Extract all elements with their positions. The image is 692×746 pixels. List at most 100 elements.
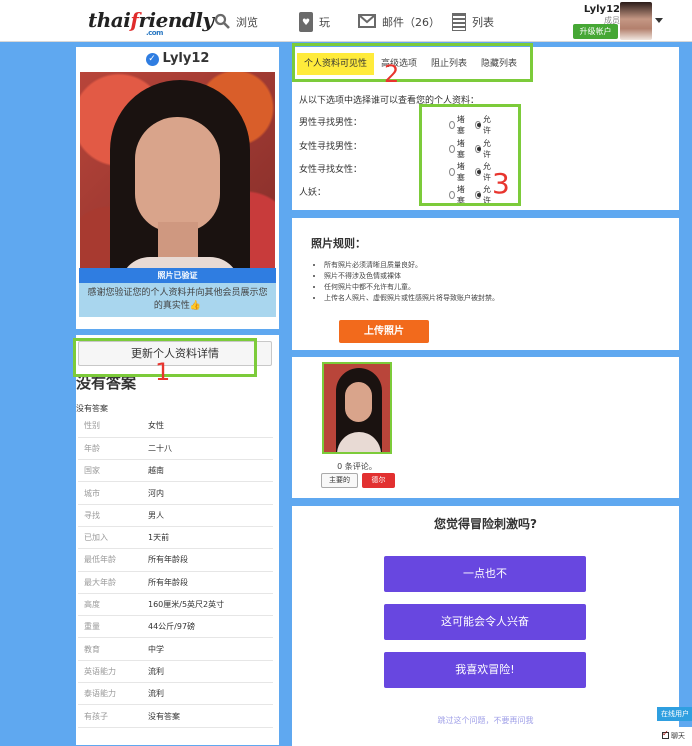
skip-question-link[interactable]: 跳过这个问题，不要再问我 [292,715,679,726]
avatar[interactable] [620,2,652,40]
detail-value: 男人 [148,510,164,520]
annotation-number-3: 3 [492,167,510,200]
table-row: 年龄 二十八 [78,437,273,460]
nav-mail[interactable]: 邮件（26） [358,12,440,32]
detail-key: 最低年龄 [84,555,116,565]
table-row: 性别 女性 [78,415,273,438]
table-row: 泰语能力 流利 [78,683,273,705]
answer-button-love-adventure[interactable]: 我喜欢冒险! [384,652,586,688]
table-row: 最低年龄 所有年龄段 [78,549,273,572]
mail-icon [358,13,376,31]
profile-details-card: 更新个人资料详情 没有答案 没有答案 性别 女性 年龄 二十八 国家 越南 城市 河内 寻找 男人… [76,335,279,745]
detail-key: 最大年龄 [84,577,116,587]
privacy-row: 女性寻找男性： 堵塞 允许 [299,139,491,159]
profile-details-table: 性别 女性 年龄 二十八 国家 越南 城市 河内 寻找 男人 已加入 1天前 最低年龄 所有年龄段 最大年龄… [78,415,273,728]
table-row: 教育 中学 [78,638,273,661]
detail-value: 中学 [148,644,164,654]
detail-value: 所有年龄段 [148,555,188,565]
list-item: 所有照片必须清晰且质量良好。 [324,260,499,271]
profile-header: ✓ Lyly12 [76,51,279,66]
list-icon [452,13,466,31]
site-logo[interactable]: thaifriendly .com [88,8,214,37]
question-title: 您觉得冒险刺激吗? [434,517,537,531]
answer-button-could-be-exciting[interactable]: 这可能会令人兴奋 [384,604,586,640]
detail-value: 流利 [148,666,164,676]
detail-key: 性别 [84,421,100,431]
detail-value: 流利 [148,689,164,699]
nav-play[interactable]: 玩 [299,12,330,32]
detail-value: 越南 [148,466,164,476]
current-user-name: Lyly12 [583,4,620,15]
privacy-row: 女性寻找女性： 堵塞 允许 [299,162,491,182]
detail-key: 英语能力 [84,666,116,676]
detail-key: 已加入 [84,533,108,543]
chat-toggle[interactable]: 聊天 [657,727,692,746]
photo-comment-count: 0 条评论。 [337,462,377,471]
annotation-number-2: 2 [384,60,400,88]
detail-value: 所有年龄段 [148,577,188,587]
answer-button-not-at-all[interactable]: 一点也不 [384,556,586,592]
set-main-photo-button[interactable]: 主要的 [321,473,358,488]
detail-value: 二十八 [148,443,172,453]
nav-list[interactable]: 列表 [452,12,494,32]
verified-note: 感谢您验证您的个人资料并向其他会员展示您的真实性👍 [79,283,276,317]
nav-browse[interactable]: 浏览 [214,12,258,32]
list-item: 上传名人照片、虚假照片或性感照片将导致账户被封禁。 [324,293,499,304]
current-user: Lyly12 成员 [584,4,620,26]
photo-rules-card: 照片规则： 所有照片必须清晰且质量良好。 照片不得涉及色情或裸体 任何照片中都不… [292,218,679,350]
table-row: 英语能力 流利 [78,660,273,683]
annotation-number-1: 1 [155,358,171,386]
profile-name: Lyly12 [162,51,210,66]
detail-key: 有孩子 [84,711,108,721]
photo-gallery-card: 0 条评论。 主要的 德尔 [292,357,679,498]
detail-key: 年龄 [84,443,100,453]
detail-value: 河内 [148,488,164,498]
detail-key: 城市 [84,488,100,498]
detail-key: 高度 [84,600,100,610]
table-row: 寻找 男人 [78,504,273,527]
detail-key: 泰语能力 [84,689,116,699]
question-card: 您觉得冒险刺激吗? 一点也不 这可能会令人兴奋 我喜欢冒险! 跳过这个问题，不要… [292,506,679,746]
detail-key: 重量 [84,622,100,632]
photo-verified-badge: 照片已验证 [79,268,276,283]
verified-check-icon: ✓ [145,53,159,66]
checkbox-icon[interactable] [662,729,669,739]
upgrade-account-button[interactable]: 升级帐户 [573,24,618,39]
detail-value: 1天前 [148,533,170,543]
online-users-tab[interactable]: 在线用户 [657,707,692,721]
privacy-row-label: 男性寻找男性： [299,118,363,128]
table-row: 重量 44公斤/97磅 [78,616,273,638]
play-heart-icon [299,12,313,32]
photo-rules-title: 照片规则： [311,237,366,250]
table-row: 国家 越南 [78,460,273,482]
delete-photo-button[interactable]: 德尔 [362,473,395,488]
chevron-down-icon[interactable] [655,18,663,23]
table-row: 已加入 1天前 [78,526,273,549]
privacy-row-label: 女性寻找男性： [299,142,363,152]
nav-list-label: 列表 [472,16,494,29]
detail-value: 女性 [148,421,164,431]
photo-rules-list: 所有照片必须清晰且质量良好。 照片不得涉及色情或裸体 任何照片中都不允许有儿童。… [324,260,499,304]
chat-label: 聊天 [671,732,685,740]
privacy-row: 男性寻找男性： 堵塞 允许 [299,115,491,135]
table-row: 最大年龄 所有年龄段 [78,571,273,594]
photo-thumbnail[interactable] [322,362,392,454]
table-row: 高度 160厘米/5英尺2英寸 [78,593,273,616]
nav-mail-label: 邮件（26） [382,16,440,29]
nav-play-label: 玩 [319,16,330,29]
detail-key: 教育 [84,644,100,654]
detail-value: 没有答案 [148,711,180,721]
search-icon [214,13,230,32]
privacy-row-label: 女性寻找女性： [299,165,363,175]
table-row: 城市 河内 [78,482,273,505]
detail-key: 国家 [84,466,100,476]
table-row: 有孩子 没有答案 [78,705,273,728]
top-navigation-bar: thaifriendly .com 浏览 玩 邮件（26） 列表 Lyly12 … [0,0,692,42]
upload-photo-button[interactable]: 上传照片 [339,320,429,343]
detail-value: 44公斤/97磅 [148,622,196,632]
annotation-box-2 [292,43,533,82]
nav-browse-label: 浏览 [236,16,258,29]
profile-card: ✓ Lyly12 照片已验证 感谢您验证您的个人资料并向其他会员展示您的真实性👍 [76,47,279,329]
detail-key: 寻找 [84,510,100,520]
privacy-row-label: 人妖： [299,188,327,198]
